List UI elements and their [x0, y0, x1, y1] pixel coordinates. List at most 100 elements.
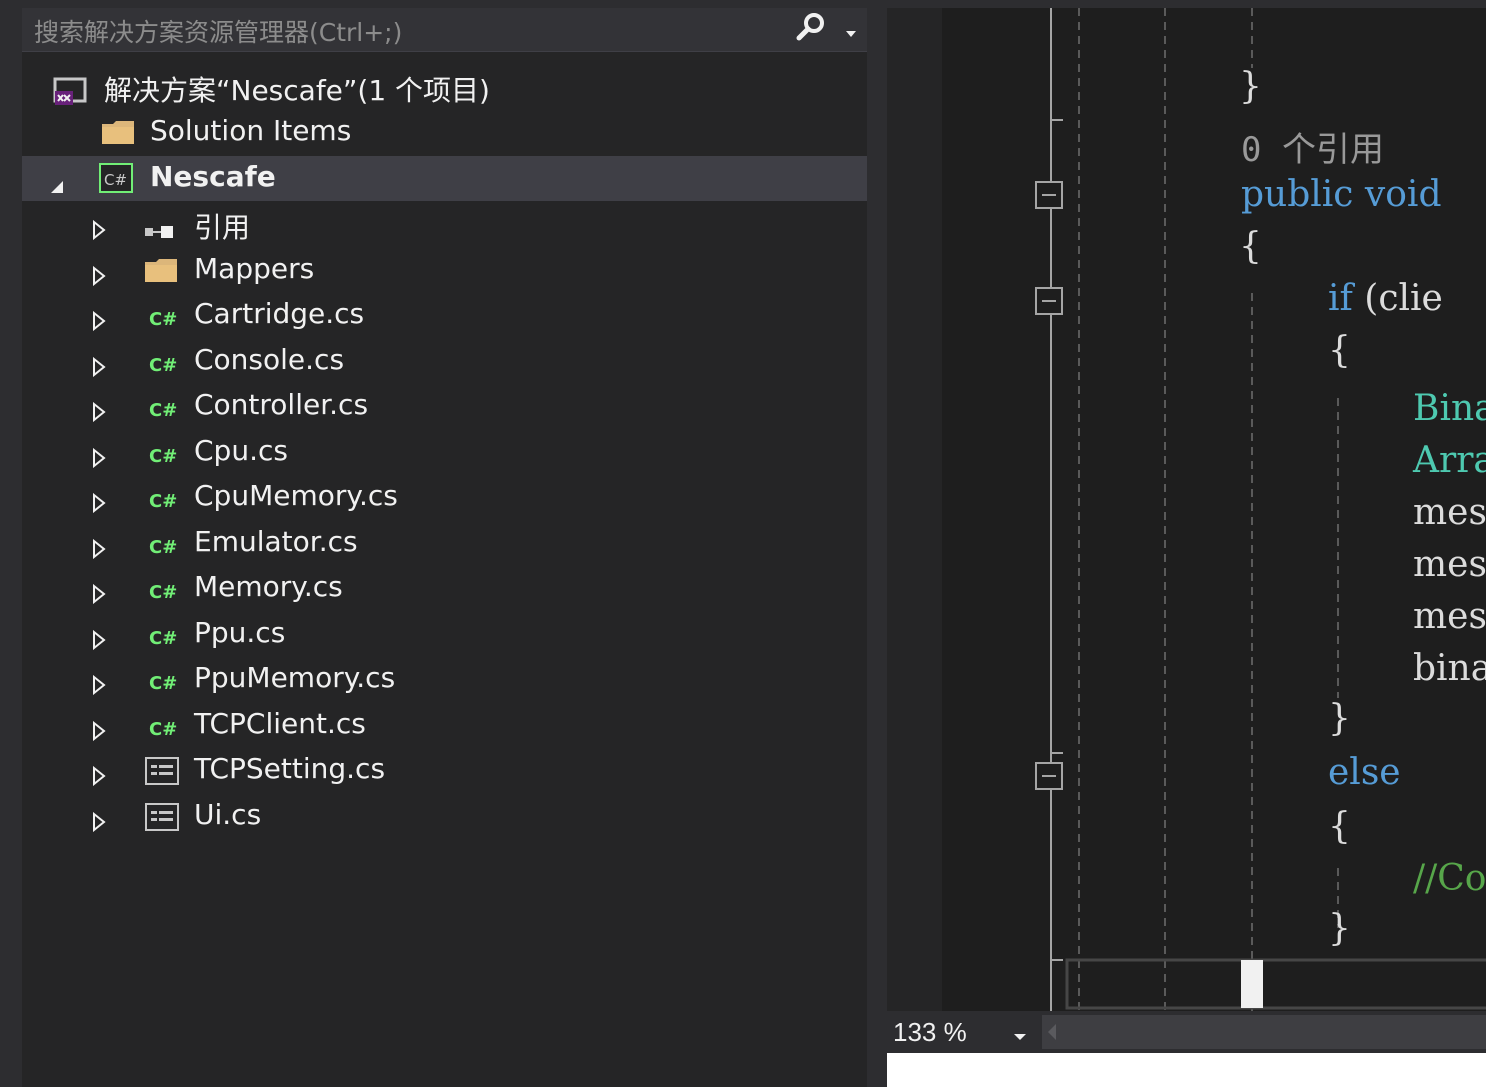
collapse-if-icon[interactable]: [1034, 286, 1064, 320]
tree-item-label: CpuMemory.cs: [194, 479, 398, 512]
csharp-file-icon: C#: [149, 354, 178, 376]
reference-count-link[interactable]: 0 个引用: [1241, 122, 1384, 171]
code-text: (clie: [1364, 278, 1443, 319]
code-line: {: [1328, 330, 1351, 371]
tree-item-label: Mappers: [194, 251, 315, 285]
expand-arrow-icon[interactable]: [92, 351, 106, 384]
code-line: Bina: [1413, 388, 1486, 429]
tree-item-label: Controller.cs: [194, 388, 369, 421]
code-line: {: [1328, 806, 1351, 847]
csharp-file-icon: C#: [149, 491, 178, 512]
search-options-dropdown-icon[interactable]: [844, 24, 858, 43]
csharp-file-icon: C#: [149, 400, 178, 421]
code-line: {: [1239, 226, 1262, 267]
output-panel-edge: [887, 1053, 1486, 1087]
expand-arrow-icon[interactable]: [92, 305, 106, 338]
csharp-project-icon: C#: [98, 162, 134, 201]
tree-item-label: 引用: [194, 211, 251, 244]
tree-item-solution-items[interactable]: Solution Items: [22, 110, 867, 155]
collapse-method-icon[interactable]: [1034, 180, 1064, 214]
code-keyword: if: [1328, 278, 1353, 319]
svg-text:C#: C#: [104, 171, 127, 189]
solution-explorer: 搜索解决方案资源管理器(Ctrl+;) 解决方案“Nescafe”(1 个项目): [22, 8, 867, 1087]
code-line: Arra: [1413, 440, 1486, 481]
tree-item-file[interactable]: C# Cpu.cs: [22, 430, 867, 475]
tree-item-solution[interactable]: 解决方案“Nescafe”(1 个项目): [22, 65, 867, 110]
scroll-left-icon[interactable]: [1046, 1023, 1058, 1045]
code-line: mess: [1413, 544, 1486, 585]
code-line: }: [1239, 66, 1262, 107]
outline-guides: [1050, 8, 1486, 1011]
code-line: if (clie: [1328, 278, 1443, 319]
tree-item-file[interactable]: C# CpuMemory.cs: [22, 475, 867, 520]
tree-item-file[interactable]: 引用: [22, 202, 867, 247]
expand-arrow-icon[interactable]: [92, 624, 106, 657]
tree-item-label: Console.cs: [194, 342, 345, 376]
folder-icon: [144, 256, 178, 291]
code-line: else: [1328, 752, 1401, 793]
tree-item-file[interactable]: C# TCPClient.cs: [22, 703, 867, 748]
csharp-file-icon: C#: [149, 445, 178, 467]
form-file-icon: [144, 802, 180, 839]
expand-arrow-icon[interactable]: [92, 396, 106, 429]
code-line: }: [1328, 908, 1351, 949]
csharp-file-icon: C#: [149, 718, 178, 740]
project-label: Nescafe: [150, 160, 276, 193]
csharp-file-icon: C#: [149, 309, 178, 330]
references-icon: [144, 216, 180, 249]
tree-item-label: TCPSetting.cs: [194, 752, 386, 785]
solution-items-label: Solution Items: [150, 114, 352, 147]
csharp-file-icon: C#: [149, 536, 178, 558]
horizontal-scrollbar[interactable]: [1042, 1015, 1486, 1049]
zoom-dropdown-icon[interactable]: [1013, 1027, 1027, 1046]
tree-item-label: Memory.cs: [194, 570, 343, 603]
code-line: public void: [1241, 174, 1442, 215]
tree-item-file[interactable]: C# Console.cs: [22, 339, 867, 384]
code-line: bina: [1413, 648, 1486, 689]
expand-arrow-icon[interactable]: [92, 806, 106, 839]
expand-arrow-icon[interactable]: [92, 487, 106, 520]
tree-item-label: PpuMemory.cs: [194, 661, 396, 694]
csharp-file-icon: C#: [149, 673, 178, 694]
tree-item-file[interactable]: Mappers: [22, 248, 867, 293]
expand-arrow-icon[interactable]: [92, 533, 106, 566]
code-line: mess: [1413, 492, 1486, 533]
code-keyword: public: [1241, 174, 1354, 215]
code-line: mess: [1413, 596, 1486, 637]
tree-item-label: Cpu.cs: [194, 433, 288, 467]
tree-item-file[interactable]: TCPSetting.cs: [22, 748, 867, 793]
folder-icon: [101, 118, 135, 153]
tree-item-file[interactable]: Ui.cs: [22, 794, 867, 839]
tree-item-label: Emulator.cs: [194, 524, 358, 558]
code-line: }: [1328, 698, 1351, 739]
tree-item-label: Cartridge.cs: [194, 297, 365, 330]
code-editor[interactable]: } 0 个引用 public void { if (clie { Bina Ar…: [887, 8, 1486, 1011]
expand-arrow-icon[interactable]: [92, 442, 106, 475]
editor-status-bar: 133 %: [887, 1011, 1486, 1053]
code-comment: //Co: [1413, 858, 1486, 899]
solution-label: 解决方案“Nescafe”(1 个项目): [104, 74, 490, 107]
form-file-icon: [144, 756, 180, 793]
search-box[interactable]: 搜索解决方案资源管理器(Ctrl+;): [22, 8, 867, 52]
solution-icon: [53, 75, 89, 114]
zoom-level-dropdown[interactable]: 133 %: [893, 1017, 967, 1048]
tree-item-file[interactable]: C# Cartridge.cs: [22, 293, 867, 338]
search-placeholder: 搜索解决方案资源管理器(Ctrl+;): [34, 18, 403, 47]
tree-item-file[interactable]: C# PpuMemory.cs: [22, 657, 867, 702]
collapse-else-icon[interactable]: [1034, 761, 1064, 795]
code-keyword: void: [1364, 174, 1442, 215]
tree-item-file[interactable]: C# Memory.cs: [22, 566, 867, 611]
tree-item-file[interactable]: C# Controller.cs: [22, 384, 867, 429]
tree-item-file[interactable]: C# Ppu.cs: [22, 612, 867, 657]
tree-item-file[interactable]: C# Emulator.cs: [22, 521, 867, 566]
expand-arrow-icon[interactable]: [92, 715, 106, 748]
search-icon[interactable]: [794, 10, 830, 50]
tree-item-label: Ui.cs: [194, 797, 262, 831]
expand-arrow-icon[interactable]: [92, 760, 106, 793]
tree-item-project[interactable]: C# Nescafe: [22, 156, 867, 201]
expand-arrow-icon[interactable]: [92, 669, 106, 702]
expand-arrow-icon[interactable]: [92, 260, 106, 293]
collapse-arrow-icon[interactable]: [48, 170, 66, 203]
expand-arrow-icon[interactable]: [92, 214, 106, 247]
expand-arrow-icon[interactable]: [92, 578, 106, 611]
